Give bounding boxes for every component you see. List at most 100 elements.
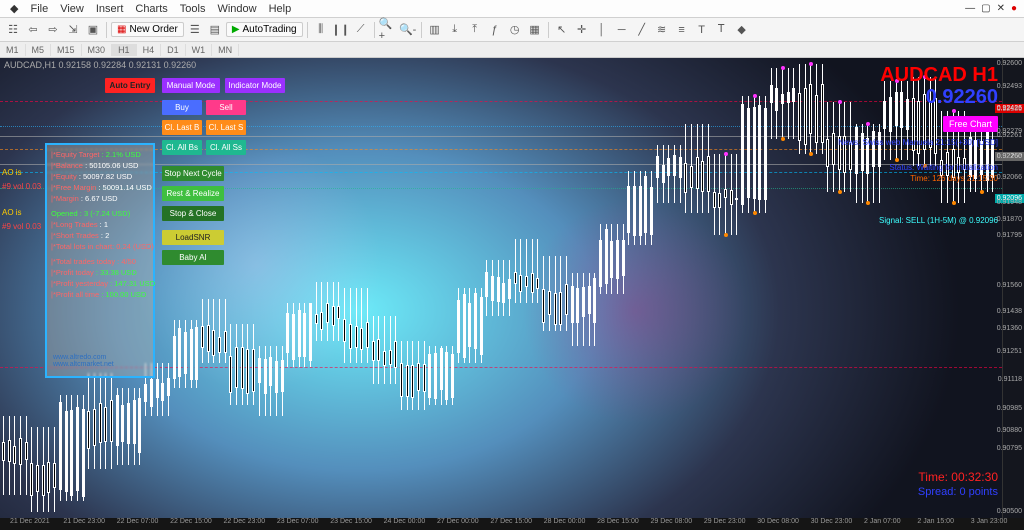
close-all-sells-button[interactable]: Cl. All Ss (206, 140, 246, 155)
menu-view[interactable]: View (54, 1, 90, 17)
tool-bar-chart-icon[interactable]: ⫼ (312, 21, 330, 39)
side-label-1: AO is (2, 168, 22, 177)
y-tick: 0.92600 (997, 60, 1022, 67)
sell-button[interactable]: Sell (206, 100, 246, 115)
x-tick: 22 Dec 23:00 (224, 518, 277, 530)
x-tick: 30 Dec 23:00 (811, 518, 864, 530)
load-snr-button[interactable]: LoadSNR (162, 230, 224, 245)
tool-zoom-out-icon[interactable]: 🔍- (399, 21, 417, 39)
tool-label-icon[interactable]: Ꭲ (713, 21, 731, 39)
main-toolbar: ☷ ⇦ ⇨ ⇲ ▣ ▦New Order ☰ ▤ ▶AutoTrading ⫼ … (0, 18, 1024, 42)
tool-trendline-icon[interactable]: ╱ (633, 21, 651, 39)
baby-ai-button[interactable]: Baby AI (162, 250, 224, 265)
tool-zoom-in-icon[interactable]: 🔍+ (379, 21, 397, 39)
menu-insert[interactable]: Insert (90, 1, 130, 17)
tool-autoscroll-icon[interactable]: ⤓ (446, 21, 464, 39)
tool-shift-icon[interactable]: ⤒ (466, 21, 484, 39)
close-last-buy-button[interactable]: Cl. Last B (162, 120, 202, 135)
tab-mn[interactable]: MN (212, 44, 239, 56)
tool-fibo-icon[interactable]: ≡ (673, 21, 691, 39)
buy-button[interactable]: Buy (162, 100, 202, 115)
menu-help[interactable]: Help (263, 1, 298, 17)
tab-h1[interactable]: H1 (112, 44, 137, 56)
signal-dot (753, 94, 757, 98)
side-label-2: #9 vol 0.03 (2, 182, 41, 191)
x-tick: 28 Dec 00:00 (544, 518, 597, 530)
tool-window-tile-icon[interactable]: ▥ (426, 21, 444, 39)
x-tick: 21 Dec 2021 (10, 518, 63, 530)
time-label: Time: 00:32:30 (918, 470, 998, 484)
tab-w1[interactable]: W1 (186, 44, 213, 56)
y-tick: 0.91560 (997, 282, 1022, 289)
new-order-button[interactable]: ▦New Order (111, 22, 184, 37)
y-tick: 0.92066 (997, 174, 1022, 181)
tool-candle-icon[interactable]: ❙❙ (332, 21, 350, 39)
rest-realize-button[interactable]: Rest & Realize (162, 186, 224, 201)
side-label-3: AO is (2, 208, 22, 217)
autotrading-button[interactable]: ▶AutoTrading (226, 22, 303, 37)
menu-charts[interactable]: Charts (129, 1, 173, 17)
manual-mode-button[interactable]: Manual Mode (162, 78, 220, 93)
tab-m30[interactable]: M30 (82, 44, 113, 56)
tool-indicator-icon[interactable]: ƒ (486, 21, 504, 39)
signal-dot (952, 109, 956, 113)
tool-chartlist-icon[interactable]: ☰ (186, 21, 204, 39)
x-tick: 24 Dec 00:00 (384, 518, 437, 530)
tool-scroll-icon[interactable]: ⇲ (64, 21, 82, 39)
stop-next-cycle-button[interactable]: Stop Next Cycle (162, 166, 224, 181)
tool-channel-icon[interactable]: ≋ (653, 21, 671, 39)
tool-period-icon[interactable]: ◷ (506, 21, 524, 39)
y-tick: 0.92261 (997, 132, 1022, 139)
tab-m5[interactable]: M5 (26, 44, 52, 56)
tool-vline-icon[interactable]: │ (593, 21, 611, 39)
y-tick: 0.91360 (997, 325, 1022, 332)
x-tick: 29 Dec 23:00 (704, 518, 757, 530)
maximize-icon[interactable]: ▢ (978, 3, 993, 14)
menu-file[interactable]: File (24, 1, 54, 17)
y-tick: 0.91438 (997, 308, 1022, 315)
tool-crosshair-icon[interactable]: ✛ (573, 21, 591, 39)
tool-marketwatch-icon[interactable]: ▤ (206, 21, 224, 39)
auto-entry-button[interactable]: Auto Entry (105, 78, 155, 93)
minimize-icon[interactable]: — (962, 3, 978, 14)
x-tick: 27 Dec 15:00 (490, 518, 543, 530)
free-chart-button[interactable]: Free Chart (943, 116, 998, 132)
tool-arrow-left-icon[interactable]: ⇦ (24, 21, 42, 39)
y-tick: 0.92386 (997, 106, 1022, 113)
y-tick: 0.91948 (997, 199, 1022, 206)
y-tick: 0.90795 (997, 445, 1022, 452)
tool-mapview-icon[interactable]: ☷ (4, 21, 22, 39)
tool-hline-icon[interactable]: ─ (613, 21, 631, 39)
y-tick: 0.91118 (998, 376, 1022, 383)
signal-dot (724, 152, 728, 156)
tool-template-icon[interactable]: ▦ (526, 21, 544, 39)
time-axis: 21 Dec 202121 Dec 23:0022 Dec 07:0022 De… (0, 518, 1024, 530)
last-price: 0.92260 (926, 86, 998, 109)
menu-tools[interactable]: Tools (174, 1, 212, 17)
y-tick: 0.92165 (997, 153, 1022, 160)
tool-text-icon[interactable]: T (693, 21, 711, 39)
close-last-sell-button[interactable]: Cl. Last S (206, 120, 246, 135)
tool-line-chart-icon[interactable]: ⟋ (352, 21, 370, 39)
close-icon[interactable]: ✕ (994, 3, 1008, 14)
tab-m1[interactable]: M1 (0, 44, 26, 56)
tool-zoom-reset-icon[interactable]: ▣ (84, 21, 102, 39)
price-axis: 0.92426 0.92260 0.92096 0.926000.924930.… (1002, 58, 1024, 518)
symbol-header: AUDCAD H1 (880, 64, 998, 87)
tab-m15[interactable]: M15 (51, 44, 82, 56)
tool-shapes-icon[interactable]: ◆ (733, 21, 751, 39)
tab-h4[interactable]: H4 (137, 44, 162, 56)
tool-cursor-icon[interactable]: ↖ (553, 21, 571, 39)
close-all-buys-button[interactable]: Cl. All Bs (162, 140, 202, 155)
stop-close-button[interactable]: Stop & Close (162, 206, 224, 221)
chart-canvas[interactable]: AUDCAD,H1 0.92158 0.92284 0.92131 0.9226… (0, 58, 1024, 518)
y-tick: 0.90985 (997, 405, 1022, 412)
tab-d1[interactable]: D1 (161, 44, 186, 56)
y-tick: 0.90880 (997, 427, 1022, 434)
menu-window[interactable]: Window (211, 1, 262, 17)
indicator-mode-button[interactable]: Indicator Mode (225, 78, 285, 93)
tool-arrow-right-icon[interactable]: ⇨ (44, 21, 62, 39)
signal-annotation: Signal: SELL (1H-5M) @ 0.92096 (798, 216, 998, 225)
y-tick: 0.92493 (997, 83, 1022, 90)
alert-badge: ● (1008, 3, 1020, 14)
